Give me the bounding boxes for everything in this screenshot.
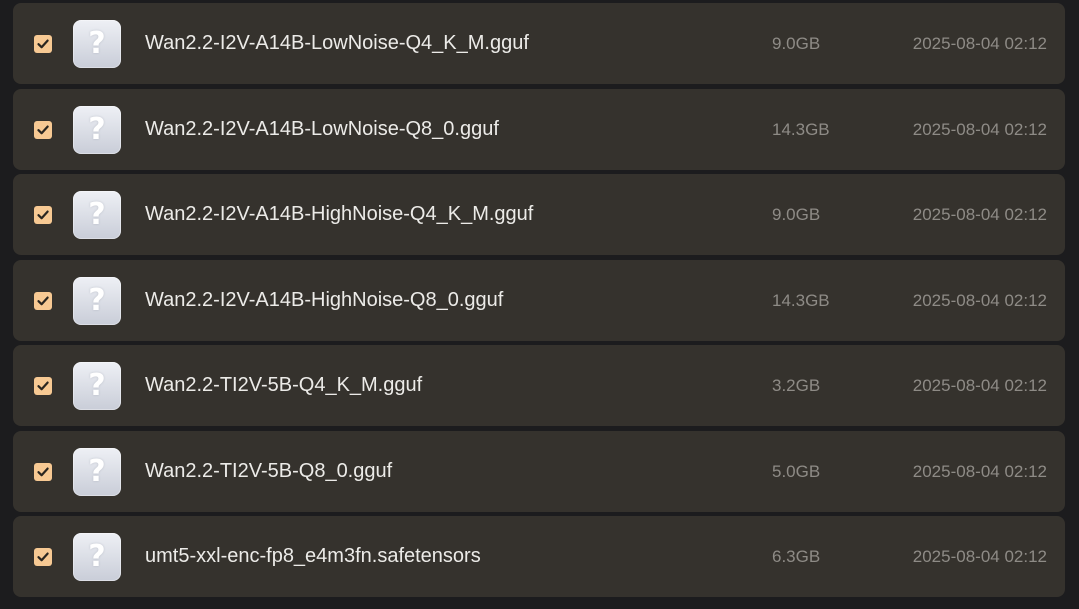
- file-date: 2025-08-04 02:12: [912, 291, 1047, 310]
- checkmark-icon: [37, 210, 49, 220]
- file-checkbox[interactable]: [34, 206, 52, 224]
- file-checkbox[interactable]: [34, 292, 52, 310]
- unknown-file-question-icon: ?: [73, 277, 121, 325]
- file-size: 9.0GB: [772, 34, 821, 53]
- checkmark-icon: [37, 39, 49, 49]
- checkmark-icon: [37, 552, 49, 562]
- unknown-file-question-icon: ?: [73, 191, 121, 239]
- file-row[interactable]: ? Wan2.2-TI2V-5B-Q8_0.gguf 5.0GB 2025-08…: [13, 431, 1065, 512]
- file-date: 2025-08-04 02:12: [912, 120, 1047, 139]
- unknown-file-question-icon: ?: [73, 448, 121, 496]
- file-size: 6.3GB: [772, 547, 821, 566]
- file-name: Wan2.2-I2V-A14B-LowNoise-Q8_0.gguf: [145, 118, 499, 140]
- file-date: 2025-08-04 02:12: [912, 376, 1047, 395]
- file-checkbox[interactable]: [34, 377, 52, 395]
- file-row[interactable]: ? Wan2.2-I2V-A14B-HighNoise-Q8_0.gguf 14…: [13, 260, 1065, 341]
- file-row[interactable]: ? umt5-xxl-enc-fp8_e4m3fn.safetensors 6.…: [13, 516, 1065, 597]
- file-name: umt5-xxl-enc-fp8_e4m3fn.safetensors: [145, 545, 481, 567]
- file-name: Wan2.2-I2V-A14B-HighNoise-Q4_K_M.gguf: [145, 203, 534, 225]
- checkmark-icon: [37, 296, 49, 306]
- file-size: 14.3GB: [772, 120, 830, 139]
- file-list: ? Wan2.2-I2V-A14B-LowNoise-Q4_K_M.gguf 9…: [0, 0, 1079, 609]
- checkmark-icon: [37, 125, 49, 135]
- file-checkbox[interactable]: [34, 463, 52, 481]
- file-name: Wan2.2-TI2V-5B-Q8_0.gguf: [145, 460, 393, 482]
- file-date: 2025-08-04 02:12: [912, 205, 1047, 224]
- file-size: 14.3GB: [772, 291, 830, 310]
- checkmark-icon: [37, 467, 49, 477]
- unknown-file-question-icon: ?: [73, 106, 121, 154]
- file-name: Wan2.2-I2V-A14B-HighNoise-Q8_0.gguf: [145, 289, 504, 311]
- file-date: 2025-08-04 02:12: [912, 462, 1047, 481]
- file-row[interactable]: ? Wan2.2-TI2V-5B-Q4_K_M.gguf 3.2GB 2025-…: [13, 345, 1065, 426]
- unknown-file-question-icon: ?: [73, 20, 121, 68]
- file-checkbox[interactable]: [34, 35, 52, 53]
- unknown-file-question-icon: ?: [73, 362, 121, 410]
- file-name: Wan2.2-TI2V-5B-Q4_K_M.gguf: [145, 374, 423, 396]
- file-date: 2025-08-04 02:12: [912, 34, 1047, 53]
- checkmark-icon: [37, 381, 49, 391]
- file-size: 9.0GB: [772, 205, 821, 224]
- file-size: 5.0GB: [772, 462, 821, 481]
- file-checkbox[interactable]: [34, 121, 52, 139]
- file-size: 3.2GB: [772, 376, 821, 395]
- unknown-file-question-icon: ?: [73, 533, 121, 581]
- file-row[interactable]: ? Wan2.2-I2V-A14B-LowNoise-Q4_K_M.gguf 9…: [13, 3, 1065, 84]
- file-name: Wan2.2-I2V-A14B-LowNoise-Q4_K_M.gguf: [145, 32, 529, 54]
- file-checkbox[interactable]: [34, 548, 52, 566]
- file-row[interactable]: ? Wan2.2-I2V-A14B-HighNoise-Q4_K_M.gguf …: [13, 174, 1065, 255]
- file-date: 2025-08-04 02:12: [912, 547, 1047, 566]
- file-row[interactable]: ? Wan2.2-I2V-A14B-LowNoise-Q8_0.gguf 14.…: [13, 89, 1065, 170]
